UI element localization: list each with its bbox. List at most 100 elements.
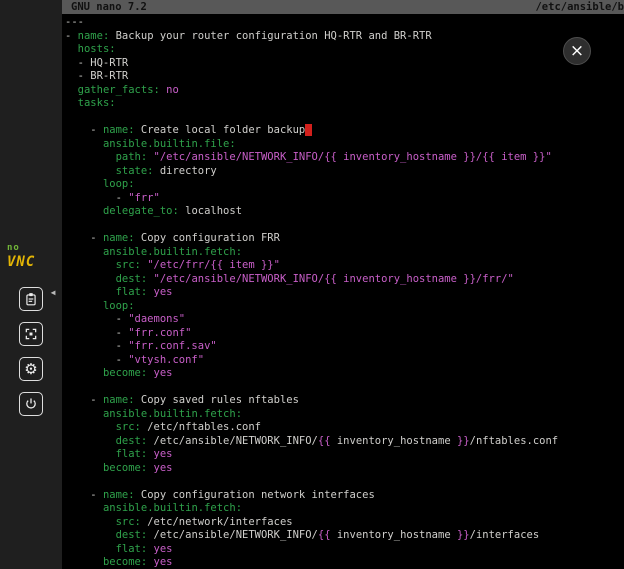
code-segment: name: <box>103 232 135 244</box>
code-line: ansible.builtin.fetch: <box>65 246 624 260</box>
code-segment: path: <box>116 151 148 163</box>
code-line: tasks: <box>65 97 624 111</box>
code-segment <box>65 502 103 514</box>
close-button[interactable]: × <box>563 37 591 65</box>
code-segment: - <box>65 30 78 42</box>
code-segment: ansible.builtin.fetch: <box>103 502 242 514</box>
code-line: loop: <box>65 178 624 192</box>
code-line: dest: /etc/ansible/NETWORK_INFO/{{ inven… <box>65 435 624 449</box>
code-line: - name: Copy saved rules nftables <box>65 394 624 408</box>
code-segment <box>65 462 103 474</box>
code-segment <box>65 556 103 568</box>
vnc-viewport: no VNC ◀ ⚙ <box>0 0 624 569</box>
code-line: flat: yes <box>65 543 624 557</box>
code-segment: yes <box>154 367 173 379</box>
code-segment: yes <box>154 543 173 555</box>
code-line: loop: <box>65 300 624 314</box>
vnc-logo-text-small: no <box>7 244 56 253</box>
code-segment: - <box>65 313 128 325</box>
code-segment: - <box>65 394 103 406</box>
code-line: - BR-RTR <box>65 70 624 84</box>
code-segment: /etc/ansible/NETWORK_INFO/ <box>147 529 318 541</box>
code-line: path: "/etc/ansible/NETWORK_INFO/{{ inve… <box>65 151 624 165</box>
power-button[interactable] <box>19 392 43 416</box>
code-segment: flat: <box>116 543 148 555</box>
code-segment: /etc/ansible/NETWORK_INFO/ <box>147 435 318 447</box>
code-segment: name: <box>78 30 110 42</box>
code-line: flat: yes <box>65 286 624 300</box>
code-line: - "vtysh.conf" <box>65 354 624 368</box>
code-line: - "frr.conf" <box>65 327 624 341</box>
code-segment: yes <box>154 448 173 460</box>
code-segment: Copy saved rules nftables <box>135 394 299 406</box>
text-cursor <box>305 124 311 136</box>
code-segment: localhost <box>179 205 242 217</box>
code-line: become: yes <box>65 367 624 381</box>
code-segment: tasks: <box>78 97 116 109</box>
code-segment <box>65 165 116 177</box>
clipboard-button[interactable] <box>19 287 43 311</box>
code-segment: ansible.builtin.fetch: <box>103 246 242 258</box>
code-area[interactable]: ---- name: Backup your router configurat… <box>62 14 624 569</box>
code-segment: "daemons" <box>128 313 185 325</box>
code-segment: Copy configuration network interfaces <box>135 489 375 501</box>
code-segment: Copy configuration FRR <box>135 232 280 244</box>
code-line <box>65 475 624 489</box>
code-segment <box>65 408 103 420</box>
code-segment <box>65 178 103 190</box>
code-segment <box>65 43 78 55</box>
sidebar-collapse-handle[interactable]: ◀ <box>46 285 60 301</box>
code-segment <box>65 205 103 217</box>
code-segment: dest: <box>116 435 148 447</box>
code-segment: {{ <box>318 435 331 447</box>
vnc-logo-text: VNC <box>7 255 56 269</box>
code-segment: src: <box>116 421 141 433</box>
code-line: ansible.builtin.fetch: <box>65 408 624 422</box>
code-line: gather_facts: no <box>65 84 624 98</box>
code-segment: "frr.conf" <box>128 327 191 339</box>
code-segment: "/etc/ansible/NETWORK_INFO/{{ inventory_… <box>154 273 514 285</box>
code-segment: become: <box>103 462 147 474</box>
vnc-control-sidebar: no VNC ◀ ⚙ <box>0 0 62 569</box>
code-segment <box>65 421 116 433</box>
close-icon: × <box>570 43 584 60</box>
terminal-window: GNU nano 7.2 /etc/ansible/b ---- name: B… <box>62 0 624 569</box>
code-segment <box>65 286 116 298</box>
code-segment: - <box>65 124 103 136</box>
code-line <box>65 111 624 125</box>
code-segment: name: <box>103 124 135 136</box>
code-segment <box>65 448 116 460</box>
code-segment: state: <box>116 165 154 177</box>
code-segment: loop: <box>103 300 135 312</box>
code-segment: - BR-RTR <box>65 70 128 82</box>
code-segment: inventory_hostname <box>331 435 457 447</box>
code-segment: yes <box>154 556 173 568</box>
code-segment <box>65 84 78 96</box>
code-segment: - <box>65 340 128 352</box>
code-segment: Create local folder backup <box>135 124 306 136</box>
settings-button[interactable]: ⚙ <box>19 357 43 381</box>
code-segment: no <box>166 84 179 96</box>
code-line <box>65 381 624 395</box>
code-segment: flat: <box>116 286 148 298</box>
code-line: dest: "/etc/ansible/NETWORK_INFO/{{ inve… <box>65 273 624 287</box>
code-segment <box>65 529 116 541</box>
nano-titlebar: GNU nano 7.2 /etc/ansible/b <box>62 0 624 14</box>
code-segment <box>65 138 103 150</box>
code-segment: inventory_hostname <box>331 529 457 541</box>
fullscreen-button[interactable] <box>19 322 43 346</box>
code-segment: src: <box>116 259 141 271</box>
code-segment: yes <box>154 286 173 298</box>
gear-icon: ⚙ <box>24 362 37 377</box>
code-line: - name: Copy configuration network inter… <box>65 489 624 503</box>
code-segment <box>65 151 116 163</box>
code-segment: /etc/nftables.conf <box>141 421 261 433</box>
code-line: - HQ-RTR <box>65 57 624 71</box>
code-segment <box>65 273 116 285</box>
code-segment: - <box>65 192 128 204</box>
code-line: ansible.builtin.file: <box>65 138 624 152</box>
code-segment: "vtysh.conf" <box>128 354 204 366</box>
code-line: state: directory <box>65 165 624 179</box>
code-segment: --- <box>65 16 84 28</box>
code-segment: }} <box>457 435 470 447</box>
